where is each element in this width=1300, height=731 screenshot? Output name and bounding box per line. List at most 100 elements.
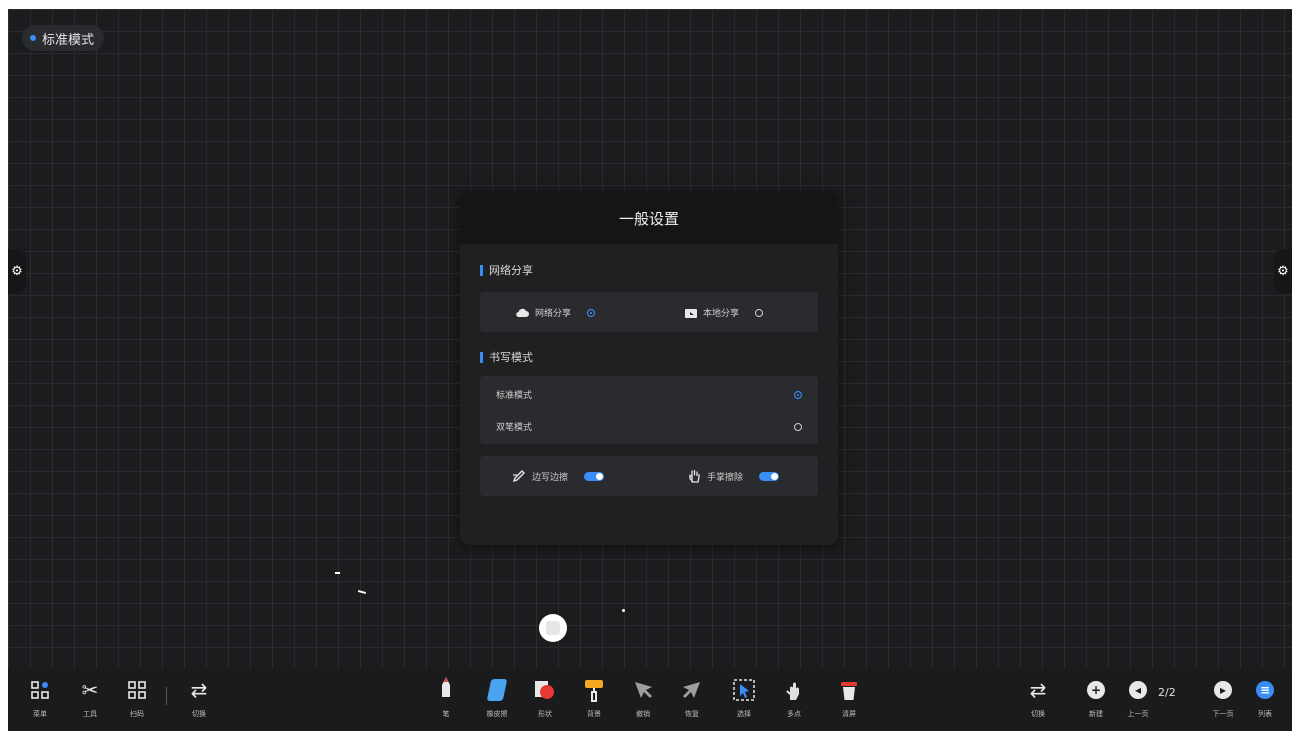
- menu-button[interactable]: 菜单: [25, 677, 55, 719]
- list-label: 列表: [1258, 710, 1272, 718]
- bottom-toolbar: 菜单 ✂ 工具 扫码 ⇄ 切换 笔 橡皮擦 形状 背景 撤销 恢复 选择 多点 …: [8, 669, 1292, 731]
- gear-icon: ⚙: [11, 263, 23, 279]
- share-section-title: 网络分享: [480, 262, 533, 278]
- clear-label: 清屏: [842, 710, 856, 718]
- write-erase-toggle-row[interactable]: 边写边擦: [512, 469, 605, 483]
- clear-tool[interactable]: 清屏: [834, 677, 864, 719]
- palm-erase-toggle-row[interactable]: 手掌擦除: [688, 469, 780, 483]
- dual-pen-mode-label: 双笔模式: [496, 423, 533, 433]
- next-page-button[interactable]: ▸ 下一页: [1208, 677, 1238, 719]
- switch-button-right[interactable]: ⇄ 切换: [1023, 677, 1053, 719]
- tools-label: 工具: [83, 710, 97, 718]
- background-label: 背景: [587, 710, 601, 718]
- redo-icon: [682, 677, 702, 703]
- switch-icon: ⇄: [1029, 678, 1047, 702]
- pen-icon: [439, 677, 453, 703]
- background-tool[interactable]: 背景: [579, 677, 609, 719]
- eraser-icon: [486, 677, 508, 703]
- new-page-label: 新建: [1089, 710, 1103, 718]
- list-icon: ≡: [1256, 677, 1274, 703]
- toggle-card: 边写边擦 手掌擦除: [480, 456, 818, 496]
- dialog-title: 一般设置: [460, 192, 838, 244]
- mode-chip[interactable]: 标准模式: [22, 25, 105, 51]
- standard-mode-radio[interactable]: [794, 390, 802, 399]
- select-label: 选择: [737, 710, 751, 718]
- general-settings-dialog: 一般设置 网络分享 网络分享 本地分享 书写模式 标准模式 双笔模式 边写边擦 …: [460, 192, 838, 545]
- next-icon: ▸: [1214, 677, 1232, 703]
- undo-tool[interactable]: 撤销: [628, 677, 658, 719]
- write-erase-label: 边写边擦: [532, 472, 569, 483]
- undo-label: 撤销: [636, 710, 650, 718]
- scan-label: 扫码: [130, 710, 144, 718]
- list-button[interactable]: ≡ 列表: [1250, 677, 1280, 719]
- dual-pen-mode-radio[interactable]: [794, 422, 802, 431]
- network-share-option[interactable]: 网络分享: [516, 306, 596, 319]
- gear-icon: ⚙: [1277, 263, 1289, 279]
- network-share-radio[interactable]: [587, 308, 596, 317]
- whiteboard-canvas[interactable]: 标准模式 ⚙ ⚙ 一般设置 网络分享 网络分享 本地分享 书写模式 标准模式 双…: [8, 9, 1292, 731]
- section-marker: [480, 264, 483, 276]
- select-icon: [733, 677, 755, 703]
- tools-icon: ✂: [81, 678, 99, 702]
- shape-tool[interactable]: 形状: [530, 677, 560, 719]
- left-settings-tab[interactable]: ⚙: [8, 249, 26, 293]
- multitouch-label: 多点: [787, 710, 801, 718]
- standard-mode-label: 标准模式: [496, 391, 533, 401]
- multitouch-tool[interactable]: 多点: [779, 677, 809, 719]
- ink-mark: [335, 572, 340, 574]
- share-section-label: 网络分享: [489, 264, 533, 277]
- switch-label-left: 切换: [192, 710, 206, 718]
- shape-icon: [534, 677, 556, 703]
- mode-chip-label: 标准模式: [42, 32, 95, 48]
- prev-page-label: 上一页: [1127, 710, 1149, 718]
- write-erase-switch[interactable]: [584, 471, 605, 481]
- prev-icon: ◂: [1129, 677, 1147, 703]
- palm-erase-label: 手掌擦除: [707, 472, 744, 483]
- local-share-label: 本地分享: [703, 309, 740, 319]
- eraser-tool[interactable]: 橡皮擦: [482, 677, 512, 719]
- switch-label-right: 切换: [1031, 710, 1045, 718]
- eraser-label: 橡皮擦: [486, 710, 508, 718]
- select-tool[interactable]: 选择: [729, 677, 759, 719]
- shape-label: 形状: [538, 710, 552, 718]
- ink-mark: [357, 589, 367, 595]
- local-share-option[interactable]: 本地分享: [685, 306, 764, 319]
- network-share-label: 网络分享: [535, 309, 572, 319]
- qr-icon: [128, 677, 146, 703]
- next-page-label: 下一页: [1212, 710, 1234, 718]
- page-indicator: 2/2: [1158, 686, 1176, 699]
- folder-icon: [685, 308, 697, 318]
- cloud-icon: [516, 308, 529, 317]
- share-card: 网络分享 本地分享: [480, 292, 818, 332]
- apps-icon: [31, 677, 49, 703]
- plus-icon: +: [1087, 677, 1105, 703]
- tools-button[interactable]: ✂ 工具: [75, 677, 105, 719]
- pen-label: 笔: [442, 710, 450, 718]
- pen-tool[interactable]: 笔: [431, 677, 461, 719]
- redo-label: 恢复: [685, 710, 699, 718]
- switch-button-left[interactable]: ⇄ 切换: [184, 677, 214, 719]
- floating-menu-button[interactable]: [539, 614, 567, 642]
- toolbar-divider: [166, 687, 167, 705]
- roller-icon: [583, 677, 605, 703]
- local-share-radio[interactable]: [755, 308, 764, 317]
- writing-section-label: 书写模式: [489, 351, 533, 364]
- pen-hand-icon: [512, 470, 525, 483]
- mode-dot: [30, 35, 36, 41]
- writing-mode-card: 标准模式 双笔模式: [480, 376, 818, 444]
- palm-erase-switch[interactable]: [759, 471, 780, 481]
- trash-icon: [839, 677, 859, 703]
- standard-mode-option[interactable]: 标准模式: [496, 388, 802, 401]
- scan-button[interactable]: 扫码: [122, 677, 152, 719]
- ink-mark: [622, 609, 625, 612]
- switch-icon: ⇄: [190, 678, 208, 702]
- palm-icon: [689, 469, 700, 483]
- prev-page-button[interactable]: ◂ 上一页: [1123, 677, 1153, 719]
- new-page-button[interactable]: + 新建: [1081, 677, 1111, 719]
- multitouch-icon: [784, 677, 804, 703]
- writing-section-title: 书写模式: [480, 349, 533, 365]
- menu-label: 菜单: [33, 710, 47, 718]
- right-settings-tab[interactable]: ⚙: [1274, 249, 1292, 293]
- redo-tool[interactable]: 恢复: [677, 677, 707, 719]
- dual-pen-mode-option[interactable]: 双笔模式: [496, 420, 802, 433]
